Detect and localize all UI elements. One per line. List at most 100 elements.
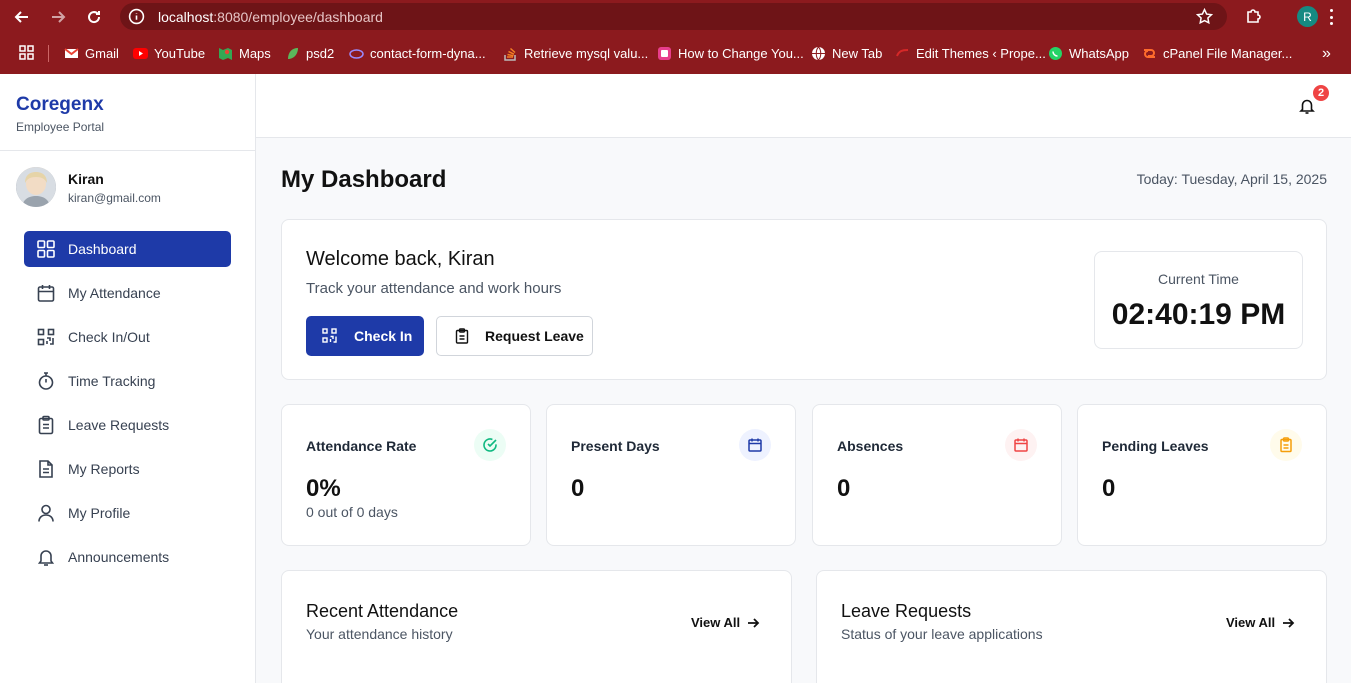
today-date: Today: Tuesday, April 15, 2025 [1136, 171, 1327, 187]
bookmark-label: WhatsApp [1069, 45, 1129, 61]
bookmark-label: psd2 [306, 45, 335, 61]
panel-subtitle: Your attendance history [306, 626, 453, 642]
bookmark-psd2[interactable]: psd2 [285, 43, 334, 63]
stat-label: Pending Leaves [1102, 438, 1209, 454]
sidebar: Coregenx Employee Portal Kiran kiran@gma… [0, 74, 256, 683]
clipboard-icon [1270, 429, 1302, 461]
stat-value: 0 [571, 475, 585, 502]
maps-icon [218, 46, 233, 61]
bookmark-new-tab[interactable]: New Tab [811, 43, 882, 63]
stat-label: Absences [837, 438, 904, 454]
request-leave-label: Request Leave [485, 328, 584, 344]
current-time-box: Current Time 02:40:19 PM [1094, 251, 1303, 349]
qr-icon [37, 328, 55, 346]
bookmark-star-icon[interactable] [1196, 8, 1213, 25]
forward-icon[interactable] [47, 6, 69, 28]
sidebar-item-leave-requests[interactable]: Leave Requests [24, 407, 231, 443]
current-time-label: Current Time [1158, 271, 1239, 287]
stat-label: Present Days [571, 438, 660, 454]
calendar-icon [739, 429, 771, 461]
sidebar-item-label: Check In/Out [68, 329, 150, 345]
sidebar-item-label: My Attendance [68, 285, 161, 301]
sidebar-item-my-reports[interactable]: My Reports [24, 451, 231, 487]
sidebar-item-label: Dashboard [68, 241, 137, 257]
bookmark-whatsapp[interactable]: WhatsApp [1048, 43, 1129, 63]
stat-card-attendance-rate: Attendance Rate 0% 0 out of 0 days [281, 404, 531, 546]
browser-menu-icon[interactable] [1329, 9, 1333, 25]
stat-value: 0% [306, 475, 341, 502]
bookmark-edit-themes[interactable]: Edit Themes ‹ Prope... [895, 43, 1046, 63]
stopwatch-icon [38, 372, 54, 390]
panel-title: Leave Requests [841, 601, 972, 621]
panel-subtitle: Status of your leave applications [841, 626, 1043, 642]
more-bookmarks-icon[interactable]: » [1322, 45, 1331, 63]
bookmark-youtube[interactable]: YouTube [133, 43, 205, 63]
sidebar-item-my-attendance[interactable]: My Attendance [24, 275, 231, 311]
youtube-icon [133, 46, 148, 61]
page-title: My Dashboard [281, 166, 447, 193]
profile-avatar[interactable]: R [1297, 6, 1318, 27]
notification-badge: 2 [1311, 83, 1331, 103]
bookmark-contact-form[interactable]: contact-form-dyna... [349, 43, 486, 63]
bookmark-label: How to Change You... [678, 45, 804, 61]
check-circle-icon [474, 429, 506, 461]
leaf-icon [285, 46, 300, 61]
user-name: Kiran [68, 171, 104, 187]
user-avatar [16, 167, 56, 207]
dashboard-icon [37, 240, 55, 258]
view-all-leave-requests-link[interactable]: View All [1226, 615, 1295, 630]
back-icon[interactable] [11, 6, 33, 28]
url-host: localhost [158, 9, 214, 25]
sidebar-item-time-tracking[interactable]: Time Tracking [24, 363, 231, 399]
site-info-icon[interactable] [128, 8, 145, 25]
extensions-icon[interactable] [1244, 6, 1264, 26]
bookmark-label: Edit Themes ‹ Prope... [916, 45, 1046, 61]
check-in-button[interactable]: Check In [306, 316, 424, 356]
stat-card-present-days: Present Days 0 [546, 404, 796, 546]
bookmark-label: Maps [239, 45, 271, 61]
browser-toolbar: localhost:8080/employee/dashboard R [0, 0, 1351, 34]
user-icon [38, 504, 54, 522]
bookmark-label: cPanel File Manager... [1163, 45, 1293, 61]
top-header: 2 [256, 74, 1351, 138]
sidebar-item-label: Time Tracking [68, 373, 156, 389]
calendar-icon [1005, 429, 1037, 461]
sidebar-item-check-in-out[interactable]: Check In/Out [24, 319, 231, 355]
bookmarks-separator [48, 45, 49, 62]
user-email: kiran@gmail.com [68, 191, 161, 205]
sidebar-item-my-profile[interactable]: My Profile [24, 495, 231, 531]
sidebar-item-announcements[interactable]: Announcements [24, 539, 231, 575]
bookmark-label: Retrieve mysql valu... [524, 45, 649, 61]
bookmark-cpanel[interactable]: cPanel File Manager... [1142, 43, 1292, 63]
arrow-right-icon [748, 617, 760, 628]
request-leave-button[interactable]: Request Leave [436, 316, 593, 356]
bookmarks-bar: Gmail YouTube Maps psd2 contact-form-dyn… [0, 40, 1351, 68]
address-bar[interactable]: localhost:8080/employee/dashboard [120, 3, 1227, 30]
url-path: :8080/employee/dashboard [213, 9, 383, 25]
view-all-label: View All [691, 615, 741, 630]
sidebar-item-label: My Reports [68, 461, 140, 477]
bookmark-retrieve-mysql[interactable]: Retrieve mysql valu... [503, 43, 648, 63]
sidebar-item-dashboard[interactable]: Dashboard [24, 231, 231, 267]
stackoverflow-icon [503, 46, 518, 61]
bookmark-label: YouTube [154, 45, 206, 61]
document-icon [39, 460, 53, 478]
bookmark-gmail[interactable]: Gmail [64, 43, 119, 63]
qr-icon [322, 328, 337, 343]
sidebar-item-label: My Profile [68, 505, 131, 521]
brand-name[interactable]: Coregenx [16, 94, 104, 116]
cpanel-icon [1142, 46, 1157, 61]
stat-subtext: 0 out of 0 days [306, 504, 398, 520]
address-url[interactable]: localhost:8080/employee/dashboard [158, 9, 383, 25]
check-in-label: Check In [354, 328, 413, 344]
view-all-attendance-link[interactable]: View All [691, 615, 760, 630]
clipboard-icon [38, 415, 54, 435]
apps-grid-icon[interactable] [19, 45, 34, 60]
welcome-card: Welcome back, Kiran Track your attendanc… [281, 219, 1327, 380]
view-all-label: View All [1226, 615, 1276, 630]
sidebar-item-label: Announcements [68, 549, 170, 565]
bookmark-how-to-change[interactable]: How to Change You... [657, 43, 804, 63]
bookmark-maps[interactable]: Maps [218, 43, 271, 63]
reload-icon[interactable] [83, 6, 105, 28]
stat-label: Attendance Rate [306, 438, 417, 454]
